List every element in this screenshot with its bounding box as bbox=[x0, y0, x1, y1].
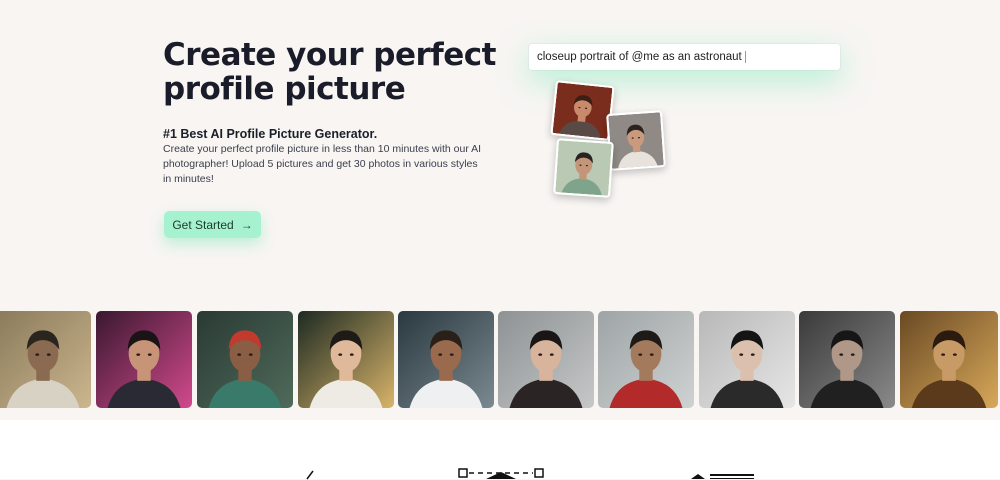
hero-section: Create your perfect profile picture #1 B… bbox=[0, 0, 1000, 420]
gallery-card bbox=[398, 311, 494, 408]
portrait-gallery bbox=[0, 311, 1000, 408]
gallery-card bbox=[498, 311, 594, 408]
sample-photo-3 bbox=[553, 138, 614, 198]
get-started-button[interactable]: Get Started → bbox=[164, 211, 261, 238]
gallery-card bbox=[598, 311, 694, 408]
portrait-illustration bbox=[555, 140, 612, 196]
arrow-right-icon: → bbox=[240, 217, 253, 232]
portrait-illustration bbox=[699, 311, 795, 408]
pen-icon bbox=[306, 470, 314, 480]
gallery-card bbox=[298, 311, 394, 408]
portrait-illustration bbox=[298, 311, 394, 408]
hero-description: Create your perfect profile picture in l… bbox=[163, 143, 482, 185]
gallery-card bbox=[197, 311, 293, 408]
portrait-illustration bbox=[398, 311, 494, 408]
gallery-card bbox=[900, 311, 998, 408]
gallery-card bbox=[0, 311, 91, 408]
sample-photo-2 bbox=[606, 110, 666, 171]
tagline: #1 Best AI Profile Picture Generator. bbox=[163, 127, 378, 141]
gallery-card bbox=[699, 311, 795, 408]
gallery-card bbox=[799, 311, 895, 408]
features-section bbox=[0, 420, 1000, 480]
get-started-label: Get Started bbox=[172, 217, 234, 232]
sample-photo-1 bbox=[550, 80, 615, 141]
portrait-illustration bbox=[608, 112, 664, 169]
portrait-illustration bbox=[799, 311, 895, 408]
crop-frame-icon bbox=[458, 468, 544, 479]
portrait-illustration bbox=[552, 82, 613, 139]
page-title: Create your perfect profile picture bbox=[163, 37, 496, 107]
layers-icon bbox=[691, 474, 754, 479]
portrait-illustration bbox=[0, 311, 91, 408]
text-caret bbox=[744, 51, 746, 63]
portrait-illustration bbox=[96, 311, 192, 408]
portrait-illustration bbox=[900, 311, 998, 408]
portrait-illustration bbox=[498, 311, 594, 408]
gallery-card bbox=[96, 311, 192, 408]
prompt-text: closeup portrait of @me as an astronaut bbox=[537, 51, 742, 63]
prompt-example-box: closeup portrait of @me as an astronaut bbox=[529, 44, 840, 70]
portrait-illustration bbox=[598, 311, 694, 408]
portrait-illustration bbox=[197, 311, 293, 408]
